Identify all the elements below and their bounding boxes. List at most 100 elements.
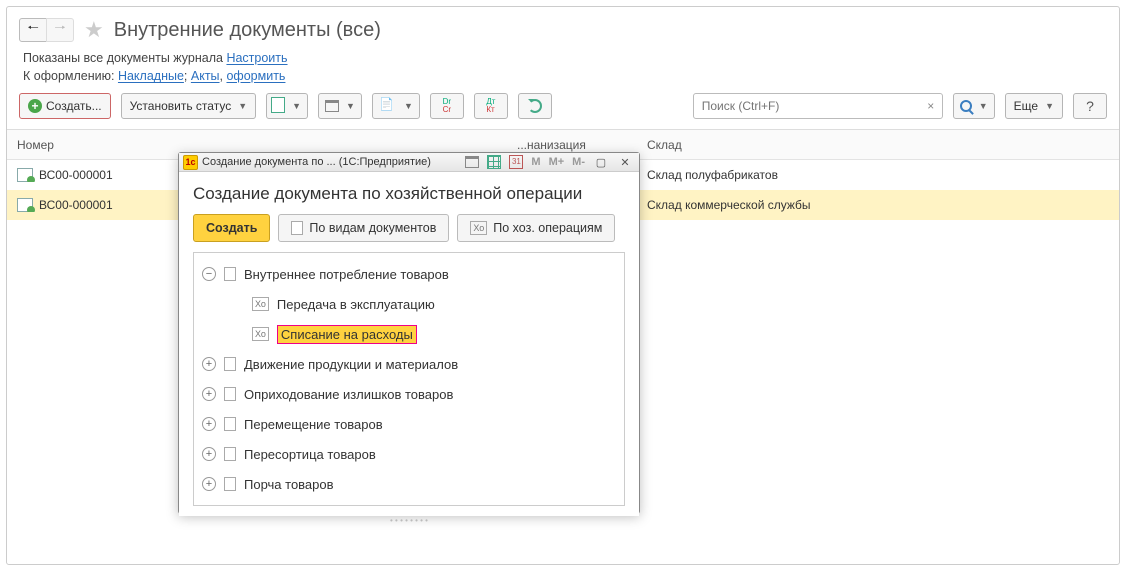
by-doc-label: По видам документов xyxy=(309,221,436,235)
document-icon xyxy=(224,417,236,431)
configure-link[interactable]: Настроить xyxy=(226,51,287,65)
set-status-button[interactable]: Установить статус ▼ xyxy=(121,93,257,119)
create-button[interactable]: + Создать... xyxy=(19,93,111,119)
operation-tree[interactable]: − Внутреннее потребление товаров Хо Передач… xyxy=(193,252,625,506)
dialog-content: Создание документа по хозяйственной опер… xyxy=(179,172,639,516)
question-icon: ? xyxy=(1086,98,1094,114)
plus-icon: + xyxy=(28,99,42,113)
drkt-icon: DrCr xyxy=(443,98,451,114)
chevron-down-icon: ▼ xyxy=(979,101,988,111)
dialog-heading: Создание документа по хозяйственной опер… xyxy=(193,184,625,204)
minimize-button[interactable]: ▢ xyxy=(591,156,611,169)
by-op-label: По хоз. операциям xyxy=(493,221,602,235)
more-button[interactable]: Еще ▼ xyxy=(1005,93,1063,119)
status-label: Установить статус xyxy=(130,99,232,113)
header: 🠐 🠒 ★ Внутренние документы (все) xyxy=(7,7,1119,49)
expand-icon[interactable]: + xyxy=(202,387,216,401)
tree-item-label: Пересортица товаров xyxy=(244,447,376,462)
nav-back-button[interactable]: 🠐 xyxy=(19,18,47,42)
info-line-2: К оформлению: Накладные; Акты, оформить xyxy=(7,67,1119,85)
tree-item-label: Движение продукции и материалов xyxy=(244,357,458,372)
resize-handle[interactable]: • • • • • • • • xyxy=(179,516,639,524)
create-doc-dialog: 1c Создание документа по ... (1С:Предпри… xyxy=(178,152,640,514)
document-icon xyxy=(224,447,236,461)
format-link[interactable]: оформить xyxy=(226,69,285,83)
expand-icon[interactable]: + xyxy=(202,357,216,371)
col-org[interactable]: ...нанизация xyxy=(507,138,637,152)
xo-icon: Хо xyxy=(252,297,269,311)
col-number[interactable]: Номер xyxy=(7,138,177,152)
nav-group: 🠐 🠒 xyxy=(19,18,74,42)
create-label: Создать... xyxy=(46,99,102,113)
tb-calendar-icon[interactable]: 31 xyxy=(507,153,525,171)
tree-item[interactable]: + Движение продукции и материалов xyxy=(198,349,620,379)
drkt-button-1[interactable]: DrCr xyxy=(430,93,464,119)
dialog-title: Создание документа по ... (1С:Предприяти… xyxy=(202,156,431,168)
tree-item-label: Передача в эксплуатацию xyxy=(277,297,435,312)
col-store[interactable]: Склад xyxy=(637,138,897,152)
tb-grid-icon[interactable] xyxy=(485,153,503,171)
document-icon xyxy=(291,221,303,235)
drkt-icon: ДтКт xyxy=(486,98,495,114)
mem-mminus-button[interactable]: M- xyxy=(570,156,587,168)
by-operations-button[interactable]: Хо По хоз. операциям xyxy=(457,214,615,242)
dialog-titlebar[interactable]: 1c Создание документа по ... (1С:Предпри… xyxy=(179,153,639,172)
xo-icon: Хо xyxy=(470,221,487,235)
cell-store: Склад полуфабрикатов xyxy=(637,168,897,182)
xo-icon: Хо xyxy=(252,327,269,341)
info-line-1: Показаны все документы журнала Настроить xyxy=(7,49,1119,67)
copy-button[interactable]: ▼ xyxy=(266,93,308,119)
expand-icon[interactable]: + xyxy=(202,447,216,461)
printer-icon xyxy=(325,100,339,112)
clear-search-button[interactable]: × xyxy=(920,99,942,113)
expand-icon[interactable]: + xyxy=(202,477,216,491)
tree-item[interactable]: Хо Передача в эксплуатацию xyxy=(198,289,620,319)
tree-item-label: Порча товаров xyxy=(244,477,334,492)
mem-mplus-button[interactable]: M+ xyxy=(547,156,567,168)
search-icon xyxy=(960,100,972,112)
app-icon: 1c xyxy=(183,155,198,170)
sep1: ; xyxy=(184,69,191,83)
page-title: Внутренние документы (все) xyxy=(114,19,381,42)
tree-item[interactable]: + Пересортица товаров xyxy=(198,439,620,469)
acts-link[interactable]: Акты xyxy=(191,69,220,83)
tree-item[interactable]: + Оприходование излишков товаров xyxy=(198,379,620,409)
drkt-button-2[interactable]: ДтКт xyxy=(474,93,508,119)
mem-m-button[interactable]: M xyxy=(529,156,542,168)
tb-print-icon[interactable] xyxy=(463,153,481,171)
print-button[interactable]: ▼ xyxy=(318,93,362,119)
toolbar: + Создать... Установить статус ▼ ▼ ▼ 📄 ▼… xyxy=(7,85,1119,129)
refresh-button[interactable] xyxy=(518,93,552,119)
chevron-down-icon: ▼ xyxy=(346,101,355,111)
favorite-icon[interactable]: ★ xyxy=(84,17,104,43)
tree-item-label: Оприходование излишков товаров xyxy=(244,387,453,402)
help-button[interactable]: ? xyxy=(1073,93,1107,119)
more-label: Еще xyxy=(1014,99,1038,113)
search-input[interactable] xyxy=(694,99,920,113)
close-button[interactable]: ✕ xyxy=(615,156,635,169)
document-icon xyxy=(224,477,236,491)
search-box: × xyxy=(693,93,943,119)
refresh-icon xyxy=(528,99,542,113)
search-button[interactable]: ▼ xyxy=(953,93,995,119)
invoices-link[interactable]: Накладные xyxy=(118,69,184,83)
collapse-icon[interactable]: − xyxy=(202,267,216,281)
tree-item[interactable]: − Внутреннее потребление товаров xyxy=(198,259,620,289)
info1-text: Показаны все документы журнала xyxy=(23,51,226,65)
info2-prefix: К оформлению: xyxy=(23,69,118,83)
tree-item[interactable]: + Порча товаров xyxy=(198,469,620,499)
chevron-down-icon: ▼ xyxy=(404,101,413,111)
by-doc-types-button[interactable]: По видам документов xyxy=(278,214,449,242)
report-button[interactable]: 📄 ▼ xyxy=(372,93,420,119)
tree-item[interactable]: ХоСписание на расходы xyxy=(198,319,620,349)
tree-item-label: Внутреннее потребление товаров xyxy=(244,267,449,282)
cell-store: Склад коммерческой службы xyxy=(637,198,897,212)
spacer xyxy=(230,327,244,341)
dialog-create-button[interactable]: Создать xyxy=(193,214,270,242)
copy-icon xyxy=(273,99,285,113)
chevron-down-icon: ▼ xyxy=(238,101,247,111)
nav-forward-button[interactable]: 🠒 xyxy=(46,18,74,42)
tree-item[interactable]: +Перемещение товаров xyxy=(198,409,620,439)
create-label: Создать xyxy=(206,221,257,235)
expand-icon[interactable]: + xyxy=(202,417,216,431)
